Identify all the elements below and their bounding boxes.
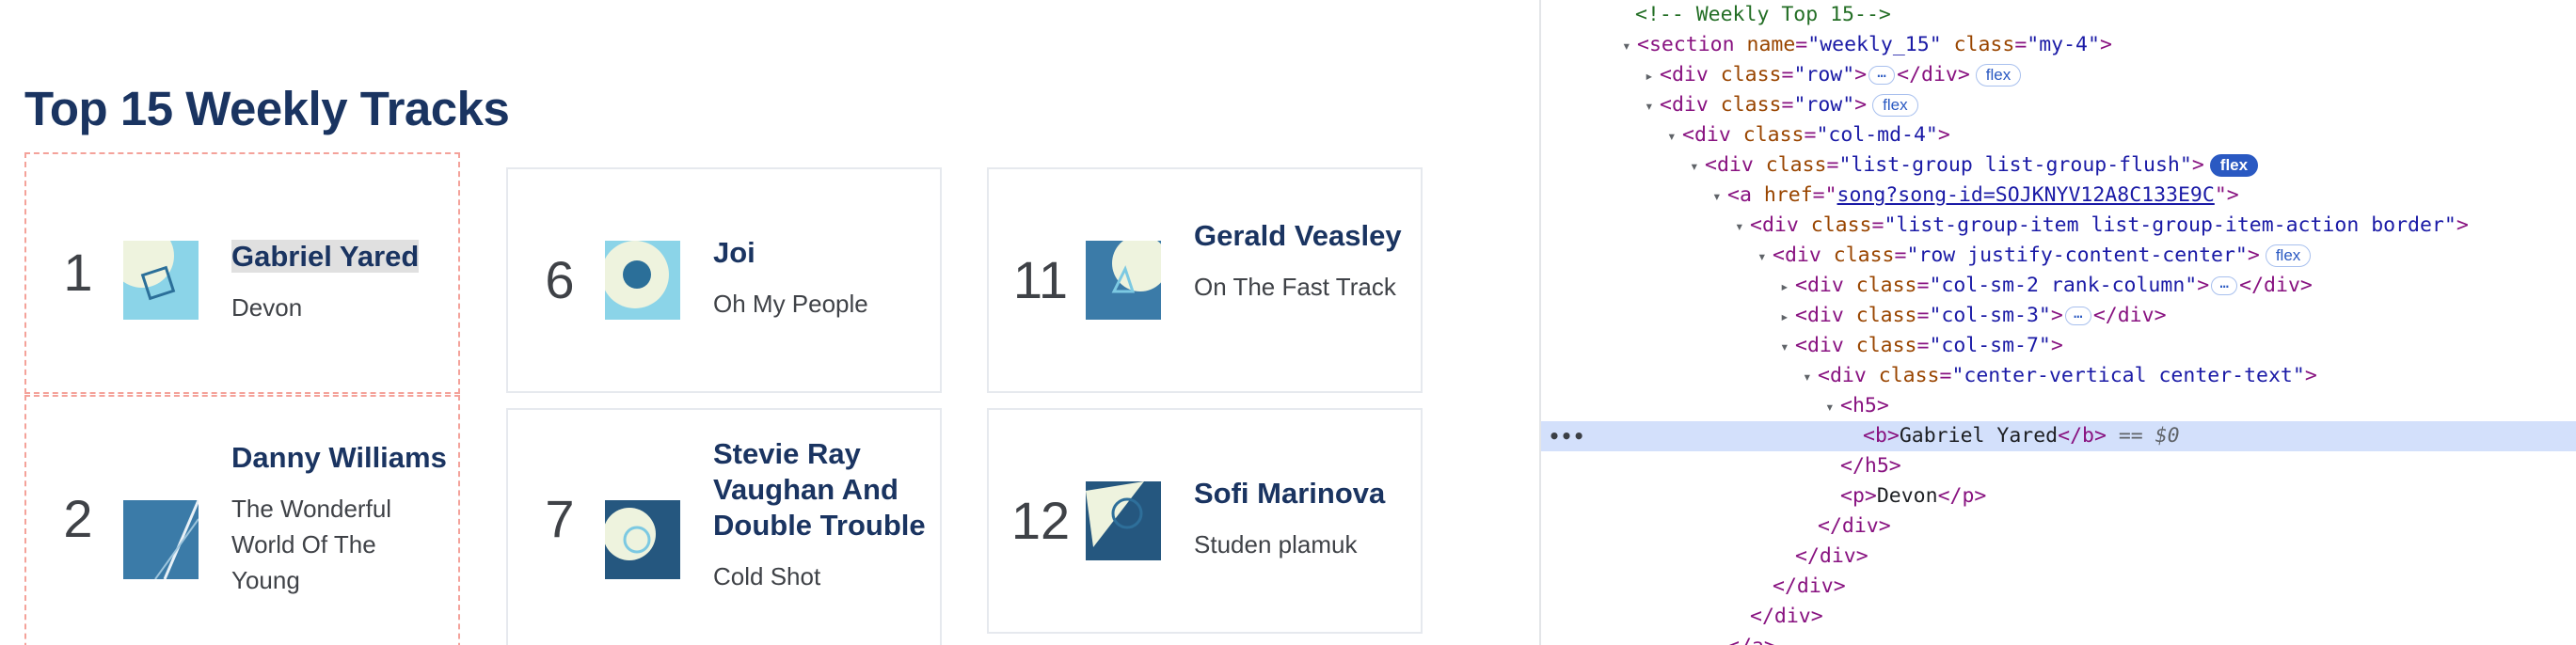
expand-triangle-icon[interactable]: ▾ [1622, 31, 1637, 61]
rendered-page: Top 15 Weekly Tracks 1 Gabriel Yared Dev… [0, 0, 1539, 645]
track-thumbnail [605, 500, 680, 579]
track-artist: Joi [713, 236, 755, 269]
expand-triangle-icon[interactable]: ▾ [1780, 332, 1795, 362]
dom-node-div-col-md-4[interactable]: ▾ <div class="col-md-4"> [1541, 120, 2576, 150]
track-rank: 6 [545, 250, 575, 309]
dom-node-h5-close[interactable]: </h5> [1541, 451, 2576, 481]
track-artist: Danny Williams [231, 441, 447, 474]
expand-triangle-icon[interactable]: ▾ [1712, 181, 1727, 212]
track-card-12[interactable]: 12 Sofi Marinova Studen plamuk [987, 408, 1423, 634]
track-thumbnail [1086, 241, 1161, 320]
flex-badge[interactable]: flex [2265, 244, 2312, 267]
dom-node-div-row[interactable]: ▾ <div class="row"> flex [1541, 90, 2576, 120]
dom-node-div-rank-column[interactable]: ▸ <div class="col-sm-2 rank-column">… </di… [1541, 271, 2576, 301]
expand-triangle-icon[interactable]: ▾ [1803, 362, 1818, 392]
expand-ellipsis-button[interactable]: … [2064, 306, 2091, 325]
track-song: Devon [231, 293, 303, 322]
dom-node-div-close[interactable]: </div> [1541, 572, 2576, 602]
flex-badge[interactable]: flex [1975, 64, 2022, 87]
dom-node-div-center-vertical[interactable]: ▾ <div class="center-vertical center-text… [1541, 361, 2576, 391]
track-rank: 11 [1012, 250, 1069, 309]
track-rank: 7 [545, 489, 575, 548]
expand-ellipsis-button[interactable]: … [1868, 65, 1896, 85]
track-card-6[interactable]: 6 Joi Oh My People [506, 167, 942, 393]
art-circle-square-icon [123, 241, 199, 320]
dom-node-comment[interactable]: <!-- Weekly Top 15--> [1541, 0, 2576, 30]
track-song: On The Fast Track [1194, 273, 1396, 301]
track-song: Oh My People [713, 290, 868, 318]
track-thumbnail [605, 241, 680, 320]
dom-node-div-row-justify[interactable]: ▾ <div class="row justify-content-center"… [1541, 241, 2576, 271]
track-artist: Gerald Veasley [1194, 219, 1402, 252]
art-diagonal-line-icon [123, 500, 199, 579]
dom-node-div-list-group-item[interactable]: ▾ <div class="list-group-item list-group-… [1541, 211, 2576, 241]
collapse-triangle-icon[interactable]: ▸ [1780, 272, 1795, 302]
art-circle-triangle-icon [1086, 241, 1161, 320]
dom-node-div-close[interactable]: </div> [1541, 542, 2576, 572]
track-card-2[interactable]: 2 Danny Williams The Wonderful World Of … [24, 395, 460, 645]
track-card-1[interactable]: 1 Gabriel Yared Devon [24, 152, 460, 394]
dom-node-div-close[interactable]: </div> [1541, 602, 2576, 632]
expand-triangle-icon[interactable]: ▾ [1757, 242, 1773, 272]
dom-node-h5[interactable]: ▾ <h5> [1541, 391, 2576, 421]
collapse-triangle-icon[interactable]: ▸ [1780, 302, 1795, 332]
collapse-triangle-icon[interactable]: ▸ [1645, 61, 1660, 91]
dom-node-section[interactable]: ▾ <section name="weekly_15" class="my-4"> [1541, 30, 2576, 60]
track-artist: Gabriel Yared [231, 240, 420, 273]
track-thumbnail [1086, 481, 1161, 560]
expand-triangle-icon[interactable]: ▾ [1735, 212, 1750, 242]
track-song: Studen plamuk [1194, 530, 1358, 558]
track-song: The Wonderful World Of The Young [231, 495, 392, 594]
devtools-elements-panel: <!-- Weekly Top 15--> ▾ <section name="we… [1541, 0, 2576, 645]
track-thumbnail [123, 241, 199, 320]
dom-node-a-song-link[interactable]: ▾ <a href="song?song-id=SOJKNYV12A8C133E9… [1541, 181, 2576, 211]
track-rank: 12 [1010, 491, 1071, 550]
flex-badge[interactable]: flex [1872, 94, 1918, 117]
more-options-icon[interactable]: ••• [1549, 421, 1585, 451]
dom-node-div-col-sm-7[interactable]: ▾ <div class="col-sm-7"> [1541, 331, 2576, 361]
art-triangle-ring-icon [1086, 481, 1161, 560]
expand-triangle-icon[interactable]: ▾ [1825, 392, 1840, 422]
href-link[interactable]: song?song-id=SOJKNYV12A8C133E9C [1837, 183, 2215, 207]
track-artist: Stevie Ray Vaughan And Double Trouble [713, 437, 926, 542]
art-circle-dot-icon [605, 241, 680, 320]
flex-badge-active[interactable]: flex [2209, 154, 2259, 177]
track-artist: Sofi Marinova [1194, 477, 1386, 510]
dom-node-div-list-group[interactable]: ▾ <div class="list-group list-group-flush… [1541, 150, 2576, 181]
dom-node-p[interactable]: <p>Devon</p> [1541, 481, 2576, 511]
expand-ellipsis-button[interactable]: … [2211, 275, 2238, 295]
expand-triangle-icon[interactable]: ▾ [1667, 121, 1682, 151]
dom-node-div-col-sm-3[interactable]: ▸ <div class="col-sm-3">… </div> [1541, 301, 2576, 331]
dom-node-div-close[interactable]: </div> [1541, 511, 2576, 542]
dom-node-a-close[interactable]: </a> [1541, 632, 2576, 645]
page-title: Top 15 Weekly Tracks [24, 82, 510, 135]
track-card-11[interactable]: 11 Gerald Veasley On The Fast Track [987, 167, 1423, 393]
dom-node-div-row-collapsed[interactable]: ▸ <div class="row">… </div> flex [1541, 60, 2576, 90]
track-rank: 2 [63, 489, 93, 548]
track-rank: 1 [63, 243, 93, 302]
track-song: Cold Shot [713, 562, 821, 590]
expand-triangle-icon[interactable]: ▾ [1690, 151, 1705, 181]
track-card-7[interactable]: 7 Stevie Ray Vaughan And Double Trouble … [506, 408, 942, 645]
expand-triangle-icon[interactable]: ▾ [1645, 91, 1660, 121]
dom-node-b-selected[interactable]: ••• <b>Gabriel Yared</b> == $0 [1541, 421, 2576, 451]
art-circle-ring-icon [605, 500, 680, 579]
track-thumbnail [123, 500, 199, 579]
